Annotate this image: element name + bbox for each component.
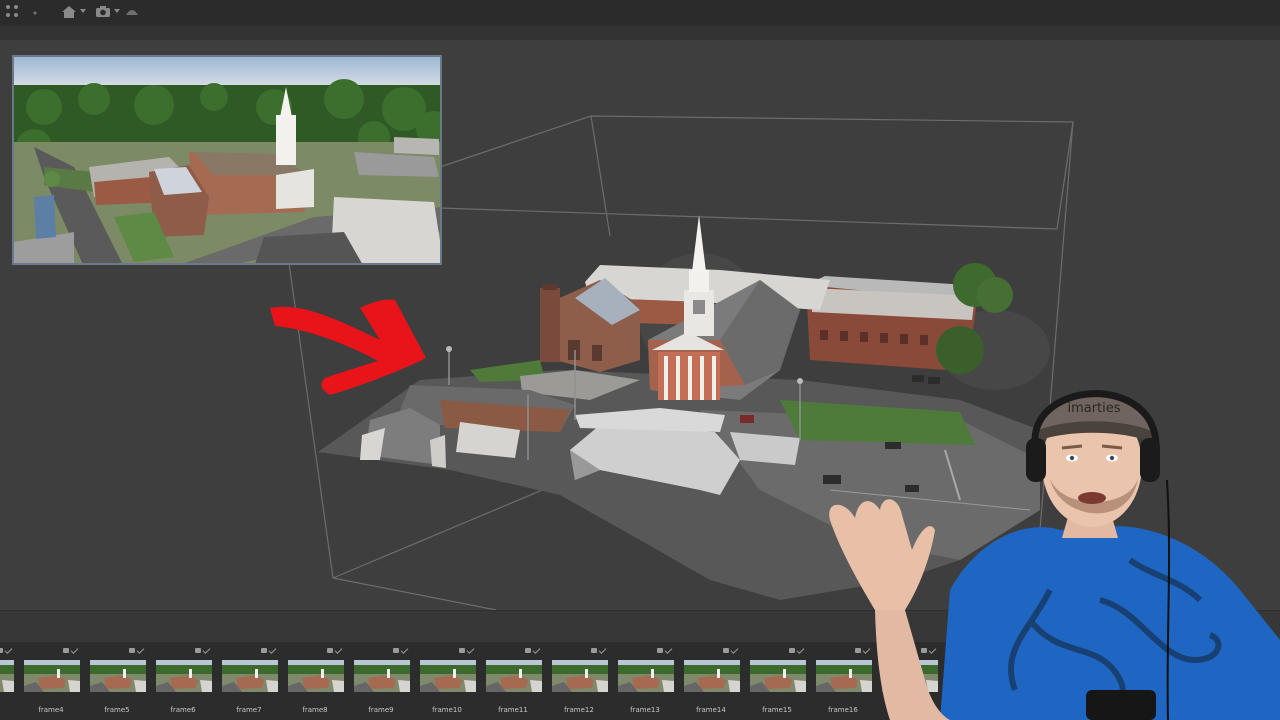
check-icon xyxy=(334,645,343,654)
frame-item[interactable]: frame17 xyxy=(878,642,940,720)
frame-thumbnail xyxy=(354,660,410,692)
camera-badge-icon xyxy=(261,648,267,653)
check-icon xyxy=(400,645,409,654)
frame-item[interactable] xyxy=(1010,642,1072,720)
aerial-church-photo xyxy=(12,55,442,265)
frame-label: frame4 xyxy=(38,706,64,714)
camera-badge-icon xyxy=(195,648,201,653)
frame-thumbnail xyxy=(288,660,344,692)
frame-thumbnail xyxy=(90,660,146,692)
camera-badge-icon xyxy=(63,648,69,653)
camera-badge-icon xyxy=(987,648,993,653)
frame-item[interactable]: frame12 xyxy=(548,642,610,720)
frame-thumbnail xyxy=(156,660,212,692)
frame-thumbnail xyxy=(24,660,80,692)
red-arrow xyxy=(270,299,426,395)
frame-item[interactable]: frame10 xyxy=(416,642,478,720)
frame-label: frame13 xyxy=(630,706,660,714)
camera-icon[interactable] xyxy=(94,3,120,19)
camera-badge-icon xyxy=(0,648,3,653)
frame-thumbnail xyxy=(0,660,14,692)
home-icon[interactable] xyxy=(60,3,86,19)
frame-item[interactable]: frame6 xyxy=(152,642,214,720)
frame-item[interactable]: frame14 xyxy=(680,642,742,720)
frame-label: frame6 xyxy=(170,706,196,714)
frame-item[interactable]: frame9 xyxy=(350,642,412,720)
camera-badge-icon xyxy=(129,648,135,653)
camera-badge-icon xyxy=(921,648,927,653)
frame-label: frame16 xyxy=(828,706,858,714)
camera-badge-icon xyxy=(459,648,465,653)
check-icon xyxy=(1060,645,1069,654)
check-icon xyxy=(532,645,541,654)
camera-badge-icon xyxy=(393,648,399,653)
check-icon xyxy=(928,645,937,654)
camera-badge-icon xyxy=(327,648,333,653)
camera-badge-icon xyxy=(657,648,663,653)
frame-label: frame17 xyxy=(894,706,924,714)
frame-label: frame9 xyxy=(368,706,394,714)
frame-label: frame11 xyxy=(498,706,528,714)
frame-thumbnail xyxy=(618,660,674,692)
check-icon xyxy=(994,645,1003,654)
frame-label: frame18 xyxy=(960,706,990,714)
check-icon xyxy=(796,645,805,654)
chevron-down-icon[interactable] xyxy=(80,9,86,13)
chevron-down-icon[interactable] xyxy=(114,9,120,13)
frame-label: frame15 xyxy=(762,706,792,714)
frame-thumbnail xyxy=(1014,660,1070,692)
check-icon xyxy=(268,645,277,654)
camera-badge-icon xyxy=(855,648,861,653)
toolbar-divider xyxy=(0,26,1280,40)
check-icon xyxy=(664,645,673,654)
frame-thumbnail xyxy=(552,660,608,692)
check-icon xyxy=(730,645,739,654)
nodes-icon[interactable] xyxy=(4,3,20,19)
frame-item[interactable]: frame4 xyxy=(20,642,82,720)
frame-label: frame5 xyxy=(104,706,130,714)
camera-badge-icon xyxy=(591,648,597,653)
check-icon xyxy=(598,645,607,654)
frame-item[interactable] xyxy=(0,642,16,720)
frame-thumbnail xyxy=(948,660,1004,692)
display-icon[interactable] xyxy=(124,3,140,19)
check-icon xyxy=(202,645,211,654)
frame-label: frame14 xyxy=(696,706,726,714)
filmstrip-header xyxy=(0,610,1280,643)
frame-label: frame12 xyxy=(564,706,594,714)
frame-label: frame10 xyxy=(432,706,462,714)
frame-thumbnail xyxy=(420,660,476,692)
frame-item[interactable]: frame8 xyxy=(284,642,346,720)
frame-thumbnail xyxy=(486,660,542,692)
frame-thumbnail xyxy=(882,660,938,692)
frame-thumbnail xyxy=(750,660,806,692)
check-icon xyxy=(70,645,79,654)
frame-label: frame8 xyxy=(302,706,328,714)
top-toolbar xyxy=(0,0,1280,27)
3d-viewport[interactable] xyxy=(0,40,1280,610)
frame-thumbnail xyxy=(816,660,872,692)
frame-item[interactable]: frame11 xyxy=(482,642,544,720)
check-icon xyxy=(466,645,475,654)
frame-item[interactable]: frame16 xyxy=(812,642,874,720)
frame-label: frame7 xyxy=(236,706,262,714)
check-icon xyxy=(4,645,13,654)
camera-badge-icon xyxy=(525,648,531,653)
frame-item[interactable]: frame15 xyxy=(746,642,808,720)
separator-dots xyxy=(30,3,40,19)
frame-item[interactable]: frame7 xyxy=(218,642,280,720)
check-icon xyxy=(136,645,145,654)
frame-item[interactable]: frame18 xyxy=(944,642,1006,720)
photogrammetry-app: frame4 frame5 frame6 frame7 frame8 frame… xyxy=(0,0,1280,720)
frame-filmstrip[interactable]: frame4 frame5 frame6 frame7 frame8 frame… xyxy=(0,642,1280,720)
frame-item[interactable]: frame5 xyxy=(86,642,148,720)
camera-badge-icon xyxy=(789,648,795,653)
camera-badge-icon xyxy=(723,648,729,653)
check-icon xyxy=(862,645,871,654)
frame-item[interactable]: frame13 xyxy=(614,642,676,720)
frame-thumbnail xyxy=(222,660,278,692)
camera-badge-icon xyxy=(1053,648,1059,653)
frame-thumbnail xyxy=(684,660,740,692)
